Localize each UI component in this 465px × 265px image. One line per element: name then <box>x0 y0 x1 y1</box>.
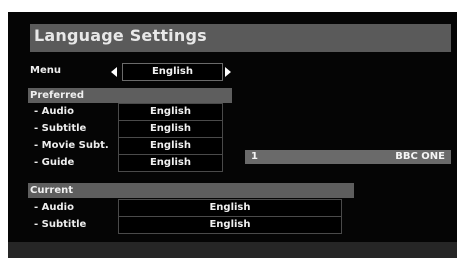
preferred-subtitle-label: - Subtitle <box>34 123 87 134</box>
preferred-subtitle-value[interactable]: English <box>118 120 223 138</box>
arrow-right-icon[interactable] <box>225 67 231 77</box>
preferred-guide-value[interactable]: English <box>118 154 223 172</box>
channel-number: 1 <box>251 151 258 162</box>
current-audio-label: - Audio <box>34 202 74 213</box>
current-header: Current <box>30 185 74 196</box>
current-section-bar <box>28 183 354 198</box>
preferred-guide-label: - Guide <box>34 157 75 168</box>
preferred-audio-label: - Audio <box>34 106 74 117</box>
menu-language-select[interactable]: English <box>122 63 223 81</box>
current-subtitle-label: - Subtitle <box>34 219 87 230</box>
preferred-movie-subt-label: - Movie Subt. <box>34 140 109 151</box>
page-title: Language Settings <box>34 26 207 45</box>
preferred-header: Preferred <box>30 90 84 101</box>
bottom-bar <box>8 242 457 258</box>
channel-name: BBC ONE <box>395 151 445 162</box>
menu-label: Menu <box>30 65 61 76</box>
current-audio-value: English <box>118 199 342 217</box>
current-subtitle-value: English <box>118 216 342 234</box>
tv-screen: Language Settings Menu English Preferred… <box>8 12 457 258</box>
arrow-left-icon[interactable] <box>111 67 117 77</box>
channel-info-bar: 1 BBC ONE <box>245 150 451 164</box>
preferred-movie-subt-value[interactable]: English <box>118 137 223 155</box>
preferred-audio-value[interactable]: English <box>118 103 223 121</box>
